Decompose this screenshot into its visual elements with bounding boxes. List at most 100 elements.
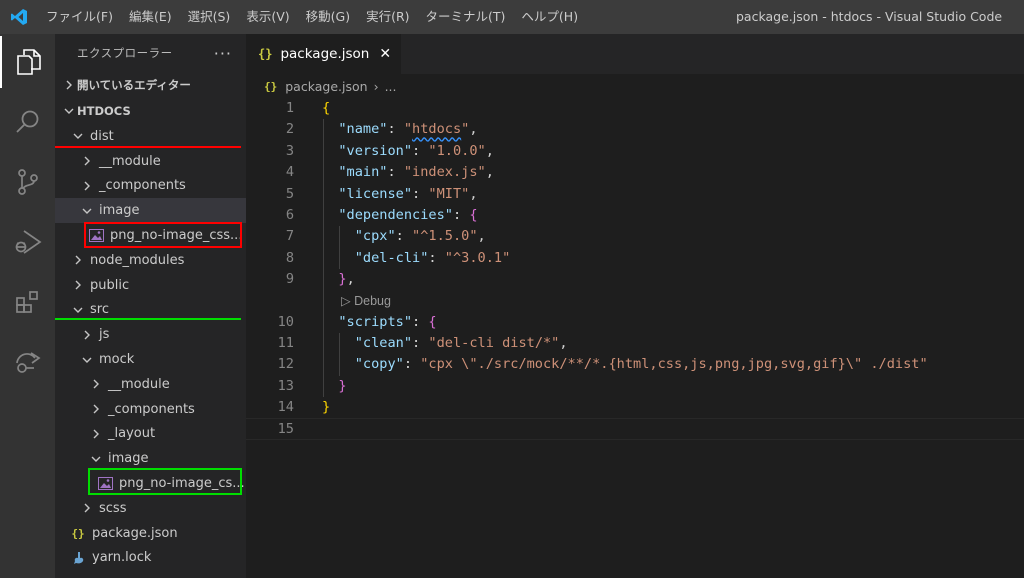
project-label: HTDOCS bbox=[77, 104, 131, 118]
menu-item[interactable]: 編集(E) bbox=[121, 0, 180, 34]
code-text: } bbox=[338, 377, 347, 394]
remote-explorer-icon[interactable] bbox=[0, 336, 55, 388]
open-editors-section[interactable]: 開いているエディター bbox=[55, 72, 246, 98]
breadcrumb-file[interactable]: package.json bbox=[285, 79, 367, 94]
code-line: 10 "scripts": { bbox=[246, 312, 1024, 333]
chevron-right-icon bbox=[70, 280, 86, 290]
line-number: 14 bbox=[277, 399, 294, 416]
tab-package-json[interactable]: {} package.json ✕ bbox=[246, 34, 402, 74]
tree-folder-item[interactable]: node_modules bbox=[55, 248, 246, 273]
chevron-right-icon bbox=[61, 80, 77, 90]
tree-item-label: image bbox=[108, 451, 149, 467]
title-bar: ファイル(F) 編集(E) 選択(S) 表示(V) 移動(G) 実行(R) ターミナル(T)… bbox=[0, 0, 1024, 34]
tree-folder-item[interactable]: scss bbox=[55, 496, 246, 521]
search-icon[interactable] bbox=[0, 96, 55, 148]
line-number: 11 bbox=[277, 334, 294, 351]
tree-folder-item[interactable]: _layout bbox=[55, 422, 246, 447]
yarn-file-icon bbox=[70, 550, 86, 566]
indent-guide bbox=[339, 226, 340, 270]
line-number: 15 bbox=[277, 421, 294, 438]
tree-folder-item[interactable]: __module bbox=[55, 372, 246, 397]
tree-file-item[interactable]: yarn.lock bbox=[55, 546, 246, 571]
green-annotation-box bbox=[88, 468, 242, 495]
tree-item-label: mock bbox=[99, 352, 135, 368]
json-file-icon: {} bbox=[264, 79, 278, 93]
line-number: 9 bbox=[285, 271, 294, 288]
code-text: "del-cli": "^3.0.1" bbox=[354, 249, 511, 266]
vscode-logo-icon bbox=[0, 0, 38, 34]
menu-item[interactable]: ターミナル(T) bbox=[418, 0, 514, 34]
red-annotation-box bbox=[84, 222, 242, 248]
debug-codelens[interactable]: ▷ Debug bbox=[246, 291, 1024, 312]
tree-item-label: image bbox=[99, 203, 140, 219]
code-line: 11 "clean": "del-cli dist/*", bbox=[246, 333, 1024, 354]
indent-guide bbox=[339, 333, 340, 376]
code-text: "scripts": { bbox=[338, 313, 437, 330]
chevron-right-icon bbox=[88, 379, 104, 389]
breadcrumb: {} package.json › ... bbox=[246, 74, 1024, 98]
line-number: 8 bbox=[285, 249, 294, 266]
chevron-down-icon bbox=[70, 306, 86, 314]
tree-folder-item[interactable]: public bbox=[55, 273, 246, 298]
menu-item[interactable]: 実行(R) bbox=[358, 0, 417, 34]
tree-folder-item[interactable]: __module bbox=[55, 149, 246, 174]
code-text: "version": "1.0.0", bbox=[338, 142, 494, 159]
code-editor[interactable]: 1{2 "name": "htdocs", 3 "version": "1.0.0… bbox=[246, 98, 1024, 440]
source-control-icon[interactable] bbox=[0, 156, 55, 208]
line-number: 1 bbox=[285, 100, 294, 116]
line-number: 4 bbox=[285, 164, 294, 181]
explorer-icon[interactable] bbox=[0, 36, 55, 88]
tree-item-label: __module bbox=[99, 153, 161, 169]
line-number: 13 bbox=[277, 377, 294, 394]
tree-folder-item[interactable]: mock bbox=[55, 347, 246, 372]
code-text: "cpx": "^1.5.0", bbox=[354, 228, 486, 245]
run-debug-icon[interactable] bbox=[0, 216, 55, 268]
menu-bar: ファイル(F) 編集(E) 選択(S) 表示(V) 移動(G) 実行(R) ターミナル(T)… bbox=[38, 0, 586, 34]
more-actions-button[interactable]: ··· bbox=[214, 44, 232, 63]
code-text: "dependencies": { bbox=[338, 206, 478, 223]
tree-item-label: node_modules bbox=[90, 252, 185, 268]
explorer-title: エクスプローラー bbox=[77, 46, 173, 60]
chevron-right-icon bbox=[79, 156, 95, 166]
tree-folder-item[interactable]: _components bbox=[55, 397, 246, 422]
window-title: package.json - htdocs - Visual Studio Co… bbox=[736, 9, 1003, 24]
menu-item[interactable]: 選択(S) bbox=[180, 0, 239, 34]
breadcrumb-more[interactable]: ... bbox=[385, 79, 397, 94]
editor-area: {} package.json ✕ {} package.json › ... … bbox=[246, 34, 1024, 578]
chevron-right-icon bbox=[88, 404, 104, 414]
tree-folder-item[interactable]: js bbox=[55, 322, 246, 347]
close-icon[interactable]: ✕ bbox=[379, 46, 391, 62]
tab-label: package.json bbox=[280, 46, 370, 62]
explorer-sidebar: エクスプローラー ··· 開いているエディター HTDOCS dist __mod… bbox=[55, 34, 246, 578]
extensions-icon[interactable] bbox=[0, 276, 55, 328]
indent-guide bbox=[323, 119, 324, 398]
code-line: 1{ bbox=[246, 98, 1024, 119]
project-section[interactable]: HTDOCS bbox=[55, 98, 246, 124]
tree-folder-item[interactable]: image bbox=[55, 198, 246, 224]
breadcrumb-separator: › bbox=[373, 78, 379, 94]
code-line: 13 } bbox=[246, 376, 1024, 397]
menu-item[interactable]: 移動(G) bbox=[298, 0, 358, 34]
chevron-down-icon bbox=[88, 455, 104, 463]
line-number: 6 bbox=[285, 206, 294, 223]
line-number: 5 bbox=[285, 185, 294, 202]
code-line: 12 "copy": "cpx \"./src/mock/**/*.{html,… bbox=[246, 354, 1024, 375]
tree-folder-item[interactable]: _components bbox=[55, 174, 246, 199]
tree-item-label: js bbox=[99, 327, 110, 343]
menu-item[interactable]: ファイル(F) bbox=[38, 0, 121, 34]
open-editors-label: 開いているエディター bbox=[77, 78, 191, 92]
menu-item[interactable]: 表示(V) bbox=[238, 0, 297, 34]
chevron-right-icon bbox=[79, 503, 95, 513]
code-line: 5 "license": "MIT", bbox=[246, 184, 1024, 205]
tree-item-label: dist bbox=[90, 128, 114, 144]
chevron-right-icon bbox=[70, 255, 86, 265]
code-text: "main": "index.js", bbox=[338, 164, 494, 181]
tree-item-label: public bbox=[90, 277, 130, 293]
tree-file-item[interactable]: {} package.json bbox=[55, 521, 246, 546]
code-text: }, bbox=[338, 271, 355, 288]
menu-item[interactable]: ヘルプ(H) bbox=[513, 0, 586, 34]
red-annotation-line bbox=[55, 146, 241, 148]
debug-codelens-label[interactable]: ▷ Debug bbox=[341, 291, 391, 312]
chevron-down-icon bbox=[61, 107, 77, 115]
code-text: "name": "htdocs", bbox=[338, 121, 478, 138]
